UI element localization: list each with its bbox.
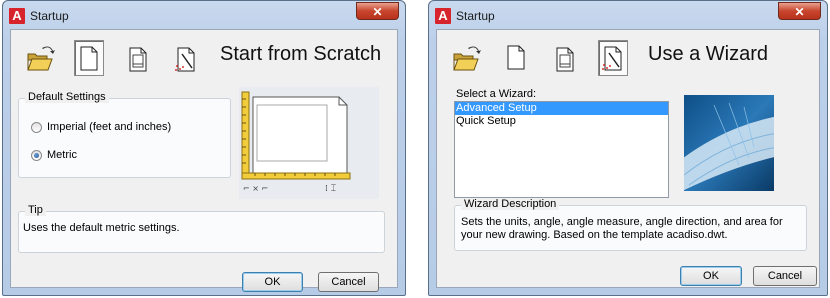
wizard-page-icon [175,47,195,72]
dialog-client: Use a Wizard Select a Wizard: Advanced S… [436,29,820,288]
mode-title: Start from Scratch [220,43,382,65]
blank-page-icon [507,45,525,70]
open-folder-icon [27,46,55,71]
start-from-scratch-button[interactable] [502,40,532,76]
imperial-label[interactable]: Imperial (feet and inches) [47,121,171,133]
use-wizard-button[interactable] [171,40,201,76]
template-page-icon [556,47,574,72]
close-icon: ✕ [372,5,383,19]
imperial-radio[interactable] [31,122,42,133]
cancel-button[interactable]: Cancel [318,272,379,292]
blank-page-icon [80,46,98,71]
cancel-button[interactable]: Cancel [753,266,817,286]
startup-dialog-wizard: A Startup ✕ Use a Wizard Select a Wizard… [428,0,828,296]
startup-toolbar: Start from Scratch [11,30,397,86]
close-button[interactable]: ✕ [778,2,821,20]
dialog-client: Start from Scratch Default Settings Impe… [10,29,398,292]
wizard-listbox[interactable]: Advanced Setup Quick Setup [454,101,669,198]
wizard-item-quick-setup[interactable]: Quick Setup [455,115,668,128]
svg-text:⁞ ⌶: ⁞ ⌶ [325,184,336,194]
ok-button[interactable]: OK [680,266,742,286]
tip-group: Tip Uses the default metric settings. [18,204,385,253]
select-wizard-label: Select a Wizard: [456,88,537,100]
wizard-item-advanced-setup[interactable]: Advanced Setup [455,102,668,115]
close-icon: ✕ [794,5,805,19]
metric-radio[interactable] [31,150,42,161]
drawing-preview-image: ⌐ × ⌐ ⁞ ⌶ [239,87,379,199]
tip-label: Tip [25,204,46,216]
wizard-description-group: Wizard Description Sets the units, angle… [454,198,807,251]
description-label: Wizard Description [461,198,560,210]
description-text: Sets the units, angle, angle measure, an… [461,216,783,241]
title-bar[interactable]: A Startup ✕ [3,1,405,29]
ok-button[interactable]: OK [242,272,303,292]
default-settings-group: Default Settings Imperial (feet and inch… [18,91,231,178]
use-template-button[interactable] [123,40,153,76]
open-drawing-button[interactable] [25,40,55,76]
metric-label[interactable]: Metric [47,149,77,161]
tip-text: Uses the default metric settings. [23,222,180,234]
svg-text:⌐ × ⌐: ⌐ × ⌐ [243,184,268,193]
wizard-preview-image [684,95,774,191]
autocad-logo-icon: A [9,8,25,24]
window-title: Startup [30,9,69,23]
autocad-logo-icon: A [435,8,451,24]
window-title: Startup [456,9,495,23]
wizard-page-icon [602,46,622,71]
close-button[interactable]: ✕ [356,2,399,20]
group-label: Default Settings [25,91,109,103]
open-folder-icon [453,46,481,71]
mode-title: Use a Wizard [648,43,769,65]
use-template-button[interactable] [550,40,580,76]
title-bar[interactable]: A Startup ✕ [429,1,827,29]
start-from-scratch-button[interactable] [74,40,104,76]
startup-dialog-scratch: A Startup ✕ Start from Scratch Default S… [2,0,406,296]
use-wizard-button[interactable] [598,40,628,76]
startup-toolbar: Use a Wizard [437,30,819,86]
template-page-icon [129,47,147,72]
open-drawing-button[interactable] [451,40,481,76]
